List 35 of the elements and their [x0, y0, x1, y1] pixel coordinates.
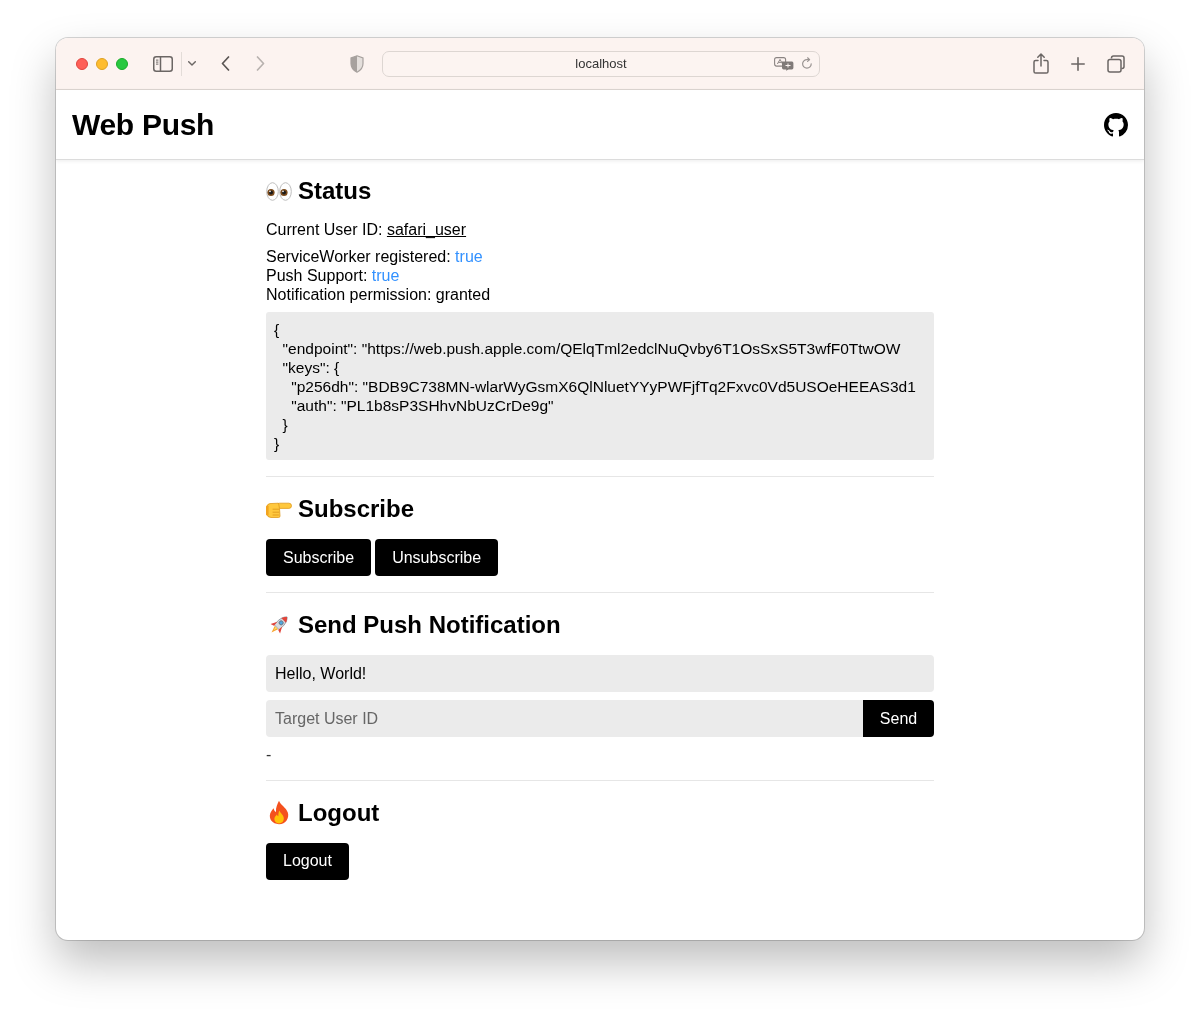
section-heading: Send Push Notification: [298, 610, 561, 640]
send-result: -: [266, 744, 273, 764]
new-tab-icon[interactable]: [1071, 56, 1085, 71]
status-line: ServiceWorker registered: true: [266, 247, 484, 266]
subscription-json: { "endpoint": "https://web.push.apple.com/QElqTml2edclNuQvby6T1OsSxS5T3wfF0TtwOW "keys": { "p256dh": "BDB9C738MN-wlarWyGsmX6QlNluetYYyPWFjfTq2Fxvc0Vd5USOeHEEAS3d1 "auth": "PL1b8sP3SHhvNbUzCrDe9g" } }: [266, 312, 934, 460]
subscribe-button[interactable]: Subscribe: [266, 539, 372, 576]
maximize-icon[interactable]: [116, 57, 128, 70]
reload-icon[interactable]: [801, 57, 813, 70]
send-button[interactable]: Send: [863, 700, 934, 737]
close-icon[interactable]: [76, 57, 88, 70]
target-user-field[interactable]: Target User ID: [266, 700, 863, 737]
unsubscribe-button[interactable]: Unsubscribe: [375, 539, 499, 576]
address-bar[interactable]: localhost: [382, 50, 820, 77]
status-line: Notification permission: granted: [266, 285, 492, 304]
sidebar-icon[interactable]: [153, 55, 173, 72]
tabs-icon[interactable]: [1107, 54, 1125, 73]
flame-icon: [268, 800, 290, 825]
user-id-link[interactable]: safari_user: [386, 221, 467, 238]
section-heading: Status: [298, 176, 372, 206]
section-heading: Subscribe: [298, 494, 415, 524]
translate-icon[interactable]: [774, 56, 794, 71]
eyes-icon: [266, 181, 292, 201]
minimize-icon[interactable]: [96, 57, 108, 70]
message-field[interactable]: Hello, World!: [266, 655, 934, 692]
status-line: Push Support: true: [266, 266, 401, 285]
user-id-line: Current User ID: safari_user: [266, 220, 468, 239]
back-icon[interactable]: [220, 56, 231, 71]
app-title: Web Push: [72, 106, 215, 143]
github-icon[interactable]: [1104, 112, 1128, 137]
chevron-down-icon[interactable]: [188, 61, 196, 66]
share-icon[interactable]: [1033, 53, 1049, 74]
shield-icon[interactable]: [350, 54, 364, 73]
section-heading: Logout: [298, 797, 380, 828]
logout-button[interactable]: Logout: [266, 842, 349, 880]
pointing-hand-icon: [266, 500, 292, 518]
